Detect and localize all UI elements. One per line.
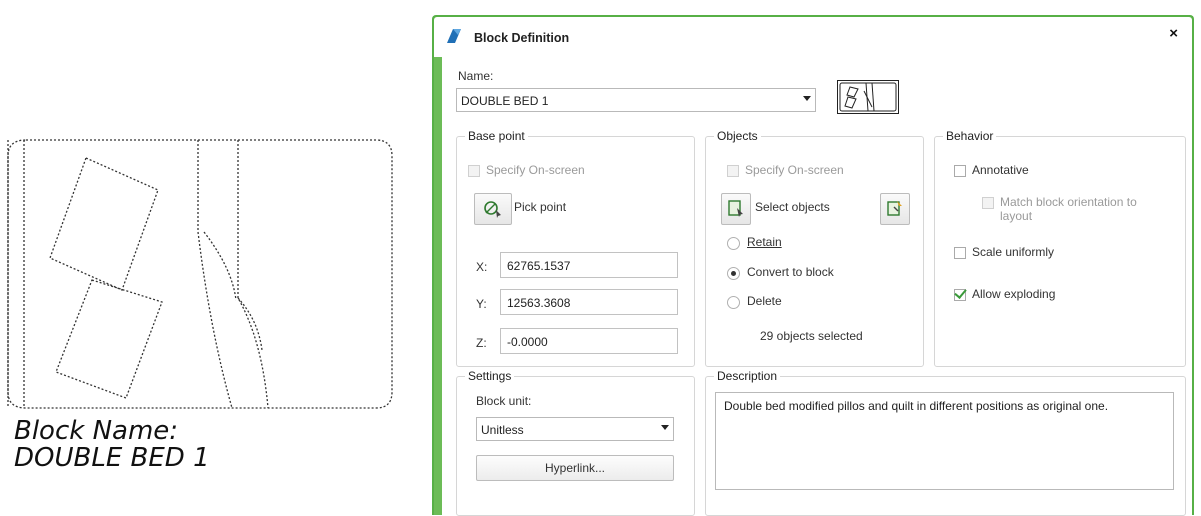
retain-text: Retain [747, 235, 782, 249]
retain-label: Retain [747, 235, 782, 249]
allow-exploding-checkbox[interactable] [954, 286, 967, 301]
close-icon[interactable]: × [1169, 25, 1178, 42]
objects-specify-onscreen-checkbox[interactable] [727, 165, 739, 177]
caption-line-2: DOUBLE BED 1 [14, 443, 210, 473]
x-value: 62765.1537 [507, 259, 571, 273]
y-coordinate-input[interactable]: 12563.3608 [500, 289, 678, 315]
x-label: X: [476, 260, 488, 274]
block-definition-dialog: Block Definition × Name: DOUBLE BED 1 Ba… [432, 15, 1194, 516]
convert-to-block-label: Convert to block [747, 265, 834, 279]
convert-to-block-radio[interactable] [727, 267, 740, 280]
scale-uniformly-checkbox[interactable] [954, 247, 966, 259]
dialog-title: Block Definition [474, 31, 570, 45]
select-objects-button[interactable] [721, 193, 751, 225]
description-title: Description [714, 369, 781, 383]
radio-dot [731, 271, 736, 276]
objects-specify-onscreen-label: Specify On-screen [745, 163, 844, 177]
annotative-label: Annotative [972, 163, 1029, 177]
chevron-down-icon[interactable] [661, 425, 669, 430]
pick-point-label: Pick point [514, 200, 567, 214]
block-preview-thumbnail [837, 80, 899, 114]
y-value: 12563.3608 [507, 296, 571, 310]
base-specify-onscreen-label: Specify On-screen [486, 163, 585, 177]
retain-radio[interactable] [727, 237, 740, 250]
double-bed-block-drawing [7, 139, 393, 409]
block-unit-label: Block unit: [476, 394, 532, 408]
z-coordinate-input[interactable]: -0.0000 [500, 328, 678, 354]
name-combobox[interactable]: DOUBLE BED 1 [456, 88, 816, 112]
hyperlink-button[interactable]: Hyperlink... [476, 455, 674, 481]
caption-line-1: Block Name: [14, 416, 179, 446]
delete-label: Delete [747, 294, 782, 308]
z-value: -0.0000 [507, 335, 548, 349]
base-specify-onscreen-checkbox[interactable] [468, 165, 480, 177]
block-name-caption: Block Name: DOUBLE BED 1 [14, 418, 210, 472]
z-label: Z: [476, 336, 487, 350]
behavior-title: Behavior [943, 129, 997, 143]
delete-radio[interactable] [727, 296, 740, 309]
x-coordinate-input[interactable]: 62765.1537 [500, 252, 678, 278]
quick-select-icon [887, 201, 902, 216]
select-objects-icon [728, 200, 743, 217]
objects-title: Objects [714, 129, 761, 143]
objects-selected-status: 29 objects selected [760, 329, 863, 343]
allow-exploding-label: Allow exploding [972, 287, 1056, 301]
dialog-titlebar: Block Definition × [434, 17, 1192, 57]
cad-drawing-area: Block Name: DOUBLE BED 1 [0, 0, 420, 508]
scale-uniformly-label: Scale uniformly [972, 245, 1055, 259]
pick-point-icon [484, 201, 501, 218]
quick-select-button[interactable] [880, 193, 910, 225]
settings-title: Settings [465, 369, 515, 383]
block-unit-value: Unitless [481, 423, 524, 437]
annotative-checkbox[interactable] [954, 165, 966, 177]
dialog-body: Name: DOUBLE BED 1 Base point Specify On… [442, 57, 1192, 516]
name-label: Name: [458, 69, 494, 83]
chevron-down-icon[interactable] [803, 96, 811, 101]
name-value: DOUBLE BED 1 [461, 94, 549, 108]
preview-image [839, 82, 897, 112]
description-textarea[interactable]: Double bed modified pillos and quilt in … [715, 392, 1174, 490]
select-objects-label: Select objects [755, 200, 830, 214]
match-orientation-checkbox[interactable] [982, 197, 994, 209]
autocad-app-icon [447, 29, 461, 43]
pick-point-button[interactable] [474, 193, 512, 225]
block-unit-combobox[interactable]: Unitless [476, 417, 674, 441]
base-point-title: Base point [465, 129, 528, 143]
match-orientation-label: Match block orientation to layout [1000, 195, 1137, 223]
y-label: Y: [476, 297, 487, 311]
